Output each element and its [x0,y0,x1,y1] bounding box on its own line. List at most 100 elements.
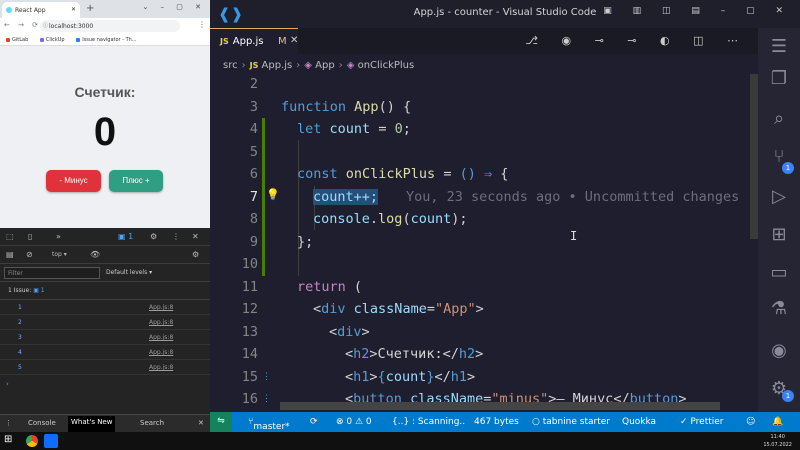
prettier-status[interactable]: ✓ Prettier [680,417,724,427]
settings-icon[interactable]: ⚙ [150,232,157,241]
breadcrumb-file[interactable]: App.js [262,60,293,71]
scrollbar-thumb[interactable] [750,74,758,239]
fold-dots-icon: ⋮ [262,394,271,404]
console-prompt[interactable]: › [6,380,9,388]
tab-filename: App.js [232,36,264,47]
source-control-badge: 1 [782,162,794,174]
drawer-tab-search[interactable]: Search [140,419,164,427]
device-toggle-icon[interactable]: ▯ [28,232,32,241]
drawer-menu-icon[interactable]: ⋮ [5,419,12,427]
testing-icon[interactable]: ⚗ [758,298,800,319]
chrome-taskbar-icon[interactable] [26,435,38,447]
console-toolbar: ▤ ⊘ top ▾ 👁 ⚙ [0,246,210,264]
inspect-icon[interactable]: ⬚ [6,232,14,241]
close-tab-icon[interactable]: ✕ [71,6,76,13]
tabnine-status[interactable]: ○ tabnine starter [532,417,610,427]
code-token: { [500,166,509,182]
filter-row: Filter Default levels ▾ [0,264,210,282]
more-icon[interactable]: ⋮ [172,232,180,241]
drawer-tab-console[interactable]: Console [28,419,56,427]
log-source-link[interactable]: App.js:8 [149,304,173,311]
tab-app-js[interactable]: JS App.js M ✕ [210,28,298,54]
issues-icon[interactable]: ▣ 1 [118,232,133,241]
search-icon[interactable]: ⌕ [758,108,800,129]
code-token: () { [378,99,412,115]
code-token: }; [297,234,314,250]
close-tab-icon[interactable]: ✕ [290,35,298,46]
breadcrumb-symbol-app[interactable]: App [315,60,335,71]
bookmark-issue-navigator[interactable]: Issue navigator - Th... [76,37,137,43]
more-tabs-icon[interactable]: » [56,232,61,241]
line-number: 6 [249,166,258,182]
breadcrumb-symbol-onclickplus[interactable]: onClickPlus [358,60,415,71]
git-added-bar [262,118,265,230]
windows-start-icon[interactable]: ⊞ [4,434,16,446]
line-number: 10 [241,256,258,272]
close-devtools-icon[interactable]: ✕ [192,232,199,241]
nav-buttons[interactable]: ← → ⟳ [4,21,41,29]
branch-status[interactable]: ⑂ master* [248,417,290,432]
line-number: 4 [249,121,258,137]
remote-explorer-icon[interactable]: ▭ [758,262,800,283]
code-token: > [369,369,378,385]
remote-icon[interactable]: ⇋ [210,412,232,432]
line-number: 16 [241,391,258,407]
extensions-icon[interactable]: ⊞ [758,224,800,245]
new-tab-icon[interactable]: + [86,3,94,14]
minus-button[interactable]: - Минус [46,170,101,192]
code-line: count++; [313,189,379,205]
editor-actions[interactable]: ⎇ ◉ ⊸ ⊸ ◐ ◫ ⋯ [525,34,748,47]
chevron-right-icon: › [241,60,246,71]
window-controls[interactable]: ⌄ – ▢ ✕ [142,3,206,11]
problems-status[interactable]: ⊗ 0 ⚠ 0 [336,417,372,427]
console-settings-icon[interactable]: ⚙ [192,250,199,259]
git-added-bar [262,230,265,276]
log-levels-select[interactable]: Default levels ▾ [106,269,152,276]
line-number: 2 [249,76,258,92]
code-token: div [337,324,362,340]
log-source-link[interactable]: App.js:8 [149,334,173,341]
browser-menu-icon[interactable]: ⋮ [198,20,206,29]
run-debug-icon[interactable]: ▷ [758,186,800,207]
menu-icon[interactable]: ☰ [758,36,800,57]
drawer-tab-whats-new[interactable]: What's New [68,416,116,432]
code-token: onClickPlus [345,166,436,182]
feedback-icon[interactable]: ☺ [746,417,755,427]
issue-summary[interactable]: 1 Issue: ▣ 1 [8,287,45,294]
notifications-icon[interactable]: 🔔 [772,417,783,427]
eye-icon[interactable]: 👁 [90,250,100,259]
log-source-link[interactable]: App.js:8 [149,364,173,371]
code-token: const [297,166,338,182]
browser-tab[interactable]: React App ✕ [2,2,80,18]
vscode-taskbar-icon[interactable] [44,434,58,448]
plus-button[interactable]: Плюс + [109,170,163,192]
lightbulb-icon[interactable]: 💡 [266,188,280,201]
code-line: <h1>{count}</h1> [345,369,475,385]
bookmark-clickup[interactable]: ClickUp [39,37,65,43]
code-token: > [361,324,370,340]
code-editor[interactable]: 2 3 4 5 6 7 8 9 10 11 12 13 14 15 16 💡 ⋮… [210,74,758,412]
address-bar[interactable]: ⓘ localhost:3000 [40,20,180,32]
bookmark-gitlab[interactable]: GitLab [6,37,28,43]
code-token: ); [451,211,468,227]
context-select[interactable]: top ▾ [52,251,67,258]
filter-input[interactable]: Filter [4,267,100,279]
source-control-icon[interactable]: ⑂ [758,146,800,167]
quokka-status[interactable]: Quokka [622,417,656,427]
vscode-window-controls[interactable]: ▣ ▥ ◫ ▤ – ▢ ✕ [603,6,792,16]
log-source-link[interactable]: App.js:8 [149,349,173,356]
breadcrumb-folder[interactable]: src [223,60,238,71]
log-source-link[interactable]: App.js:8 [149,319,173,326]
issue-row: 1 Issue: ▣ 1 [0,282,210,300]
clear-console-icon[interactable]: ⊘ [26,250,33,259]
code-token: div [321,301,346,317]
browser-window: React App ✕ + ⌄ – ▢ ✕ ← → ⟳ ⓘ localhost:… [0,0,210,228]
explorer-icon[interactable]: ❐ [758,68,800,89]
close-drawer-icon[interactable]: ✕ [198,419,204,427]
horizontal-scrollbar[interactable] [280,402,720,410]
sync-icon[interactable]: ⟳ [310,417,318,427]
code-token: h2 [458,346,476,362]
accounts-icon[interactable]: ◉ [758,340,800,361]
sidebar-toggle-icon[interactable]: ▤ [6,250,14,259]
info-icon[interactable]: ⓘ [43,22,48,29]
